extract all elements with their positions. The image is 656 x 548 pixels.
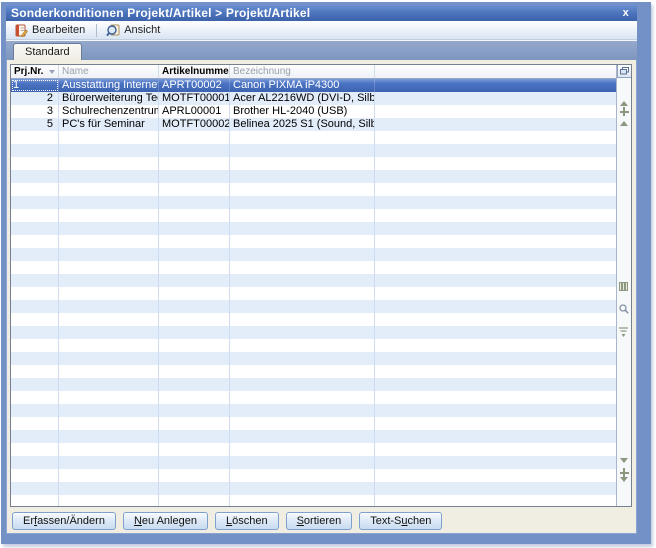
column-header-bezeichnung[interactable]: Bezeichnung	[230, 65, 375, 78]
cell-extra	[375, 105, 616, 118]
grid-scroll-rail[interactable]	[616, 65, 631, 506]
cell-artikelnummer: APRT00002	[159, 79, 230, 92]
table-row[interactable]: 3 Schulrechenzentrum APRL00001 Brother H…	[11, 105, 616, 118]
columns-icon[interactable]	[619, 278, 629, 296]
column-header-artikelnummer[interactable]: Artikelnummer	[159, 65, 230, 78]
cell-extra	[375, 79, 616, 92]
search-icon[interactable]	[619, 301, 629, 319]
rail-nav-top	[620, 78, 629, 132]
overlapping-windows-icon	[620, 67, 629, 75]
column-line	[158, 131, 159, 506]
scroll-up-icon[interactable]	[620, 121, 628, 126]
action-button-loeschen[interactable]: Löschen	[215, 512, 279, 530]
toolbar-button-bearbeiten[interactable]: Bearbeiten	[10, 22, 91, 39]
magnifier-document-icon	[106, 24, 120, 37]
toolbar-button-label: Ansicht	[124, 24, 160, 36]
cell-bezeichnung: Canon PIXMA iP4300	[230, 79, 375, 92]
column-chooser-button[interactable]	[617, 65, 631, 78]
toolbar-separator	[96, 24, 97, 37]
toolbar: Bearbeiten Ansicht	[6, 21, 637, 40]
grid-empty-area	[11, 131, 616, 506]
cell-name: Schulrechenzentrum	[59, 105, 159, 118]
cell-name: PC's für Seminar	[59, 118, 159, 131]
cell-extra	[375, 92, 616, 105]
sort-descending-icon	[49, 70, 55, 74]
cell-bezeichnung: Acer AL2216WD (DVI-D, Silber/S	[230, 92, 375, 105]
table-row[interactable]: 2 Büroerweiterung Tech MOTFT00001 Acer A…	[11, 92, 616, 105]
column-line	[229, 131, 230, 506]
filter-sort-icon[interactable]	[619, 324, 629, 342]
tab-standard[interactable]: Standard	[13, 43, 82, 60]
column-header-empty	[375, 65, 616, 78]
toolbar-button-ansicht[interactable]: Ansicht	[102, 22, 166, 39]
rail-tools	[619, 272, 629, 348]
grid-body: 1 Ausstattung Internet APRT00002 Canon P…	[11, 79, 616, 506]
tab-strip: Standard	[6, 40, 637, 60]
cell-prjnr: 3	[11, 105, 59, 118]
edit-document-icon	[14, 24, 28, 37]
cell-extra	[375, 118, 616, 131]
action-button-neu-anlegen[interactable]: Neu Anlegen	[123, 512, 208, 530]
data-grid: Prj.Nr. Name Artikelnummer Bezeichnung 1…	[10, 64, 632, 507]
cell-prjnr: 1	[11, 79, 59, 92]
jump-to-last-icon[interactable]	[620, 482, 628, 500]
content-panel: Prj.Nr. Name Artikelnummer Bezeichnung 1…	[6, 60, 637, 534]
cell-name: Büroerweiterung Tech	[59, 92, 159, 105]
append-row-icon[interactable]	[620, 468, 629, 477]
action-bar: Erfassen/Ändern Neu Anlegen Löschen Sortier…	[10, 507, 632, 531]
column-header-name[interactable]: Name	[59, 65, 159, 78]
cell-bezeichnung: Brother HL-2040 (USB)	[230, 105, 375, 118]
table-row[interactable]: 5 PC's für Seminar MOTFT00002 Belinea 20…	[11, 118, 616, 131]
window-title: Sonderkonditionen Projekt/Artikel > Proj…	[11, 6, 620, 20]
action-button-erfassen-aendern[interactable]: Erfassen/Ändern	[12, 512, 116, 530]
column-line	[374, 131, 375, 506]
action-button-sortieren[interactable]: Sortieren	[286, 512, 353, 530]
column-line	[58, 131, 59, 506]
column-header-prjnr[interactable]: Prj.Nr.	[11, 65, 59, 78]
cell-artikelnummer: MOTFT00001	[159, 92, 230, 105]
cell-bezeichnung: Belinea 2025 S1 (Sound, Silber	[230, 118, 375, 131]
action-button-text-suchen[interactable]: Text-Suchen	[359, 512, 442, 530]
grid-header: Prj.Nr. Name Artikelnummer Bezeichnung	[11, 65, 616, 79]
window-titlebar: Sonderkonditionen Projekt/Artikel > Proj…	[6, 5, 637, 21]
cell-prjnr: 2	[11, 92, 59, 105]
insert-row-icon[interactable]	[620, 107, 629, 116]
grid-main: Prj.Nr. Name Artikelnummer Bezeichnung 1…	[11, 65, 616, 506]
jump-to-first-icon[interactable]	[620, 84, 628, 102]
cell-prjnr: 5	[11, 118, 59, 131]
rail-nav-bottom	[620, 452, 629, 506]
cell-artikelnummer: MOTFT00002	[159, 118, 230, 131]
table-row[interactable]: 1 Ausstattung Internet APRT00002 Canon P…	[11, 79, 616, 92]
cell-name: Ausstattung Internet	[59, 79, 159, 92]
app-window: Sonderkonditionen Projekt/Artikel > Proj…	[1, 2, 651, 544]
cell-artikelnummer: APRL00001	[159, 105, 230, 118]
close-button[interactable]: x	[620, 7, 632, 19]
toolbar-button-label: Bearbeiten	[32, 24, 85, 36]
scroll-down-icon[interactable]	[620, 458, 628, 463]
